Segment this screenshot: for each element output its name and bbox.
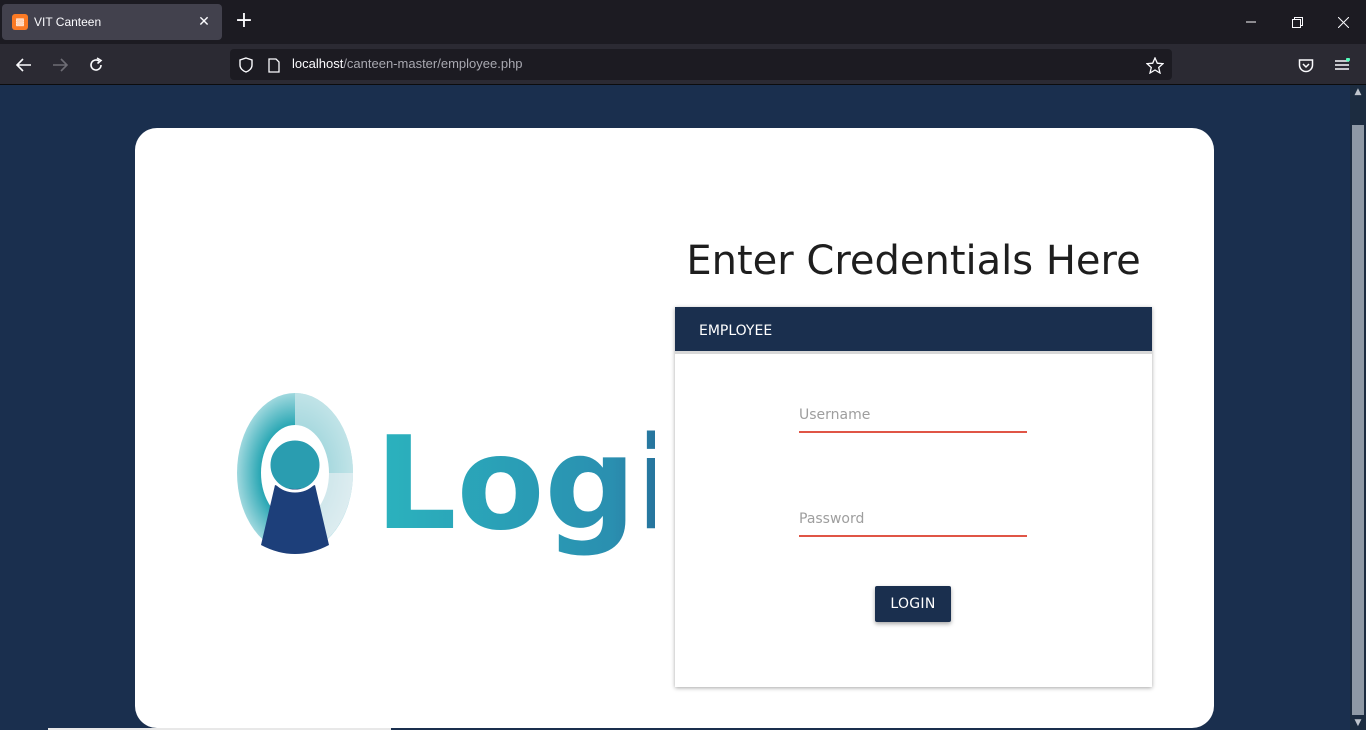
username-input[interactable]	[799, 399, 1027, 431]
scrollbar-thumb[interactable]	[1352, 125, 1364, 715]
minimize-icon[interactable]	[1228, 0, 1274, 44]
page-viewport: Login Enter Credentials Here EMPLOYEE LO…	[0, 85, 1350, 730]
tab-employee[interactable]: EMPLOYEE	[699, 323, 772, 339]
username-field	[799, 399, 1027, 433]
url-text[interactable]: localhost/canteen-master/employee.php	[292, 56, 523, 71]
new-tab-icon[interactable]: +	[232, 10, 256, 34]
scroll-down-icon[interactable]: ▼	[1350, 716, 1366, 730]
url-path: /canteen-master/employee.php	[343, 56, 523, 71]
forward-icon[interactable]	[46, 52, 74, 78]
login-panel-header: EMPLOYEE	[675, 307, 1152, 354]
password-field	[799, 503, 1027, 537]
login-card: Login Enter Credentials Here EMPLOYEE LO…	[135, 128, 1214, 728]
vertical-scrollbar[interactable]: ▲ ▼	[1350, 85, 1366, 730]
xampp-icon: ▩	[12, 14, 28, 30]
page-icon[interactable]	[264, 55, 284, 75]
address-bar[interactable]: localhost/canteen-master/employee.php	[230, 49, 1172, 80]
url-host: localhost	[292, 56, 344, 71]
tab-bar: ▩ VIT Canteen ✕ +	[0, 0, 1366, 44]
tab-title: VIT Canteen	[34, 15, 102, 29]
page-heading: Enter Credentials Here	[686, 238, 1141, 284]
close-window-icon[interactable]	[1320, 0, 1366, 44]
browser-tab[interactable]: ▩ VIT Canteen ✕	[2, 4, 222, 40]
restore-icon[interactable]	[1274, 0, 1320, 44]
navigation-bar: localhost/canteen-master/employee.php	[0, 44, 1366, 85]
reload-icon[interactable]	[82, 52, 110, 78]
scroll-up-icon[interactable]: ▲	[1350, 85, 1366, 99]
logo-text: Login	[375, 410, 655, 559]
menu-icon[interactable]	[1328, 52, 1356, 78]
pocket-icon[interactable]	[1292, 52, 1320, 78]
login-panel: EMPLOYEE LOGIN	[675, 307, 1152, 687]
password-input[interactable]	[799, 503, 1027, 535]
close-tab-icon[interactable]: ✕	[196, 14, 212, 30]
bookmark-star-icon[interactable]	[1145, 55, 1165, 75]
login-button[interactable]: LOGIN	[875, 586, 951, 622]
back-icon[interactable]	[10, 52, 38, 78]
shield-icon[interactable]	[236, 55, 256, 75]
login-logo: Login	[237, 393, 655, 559]
